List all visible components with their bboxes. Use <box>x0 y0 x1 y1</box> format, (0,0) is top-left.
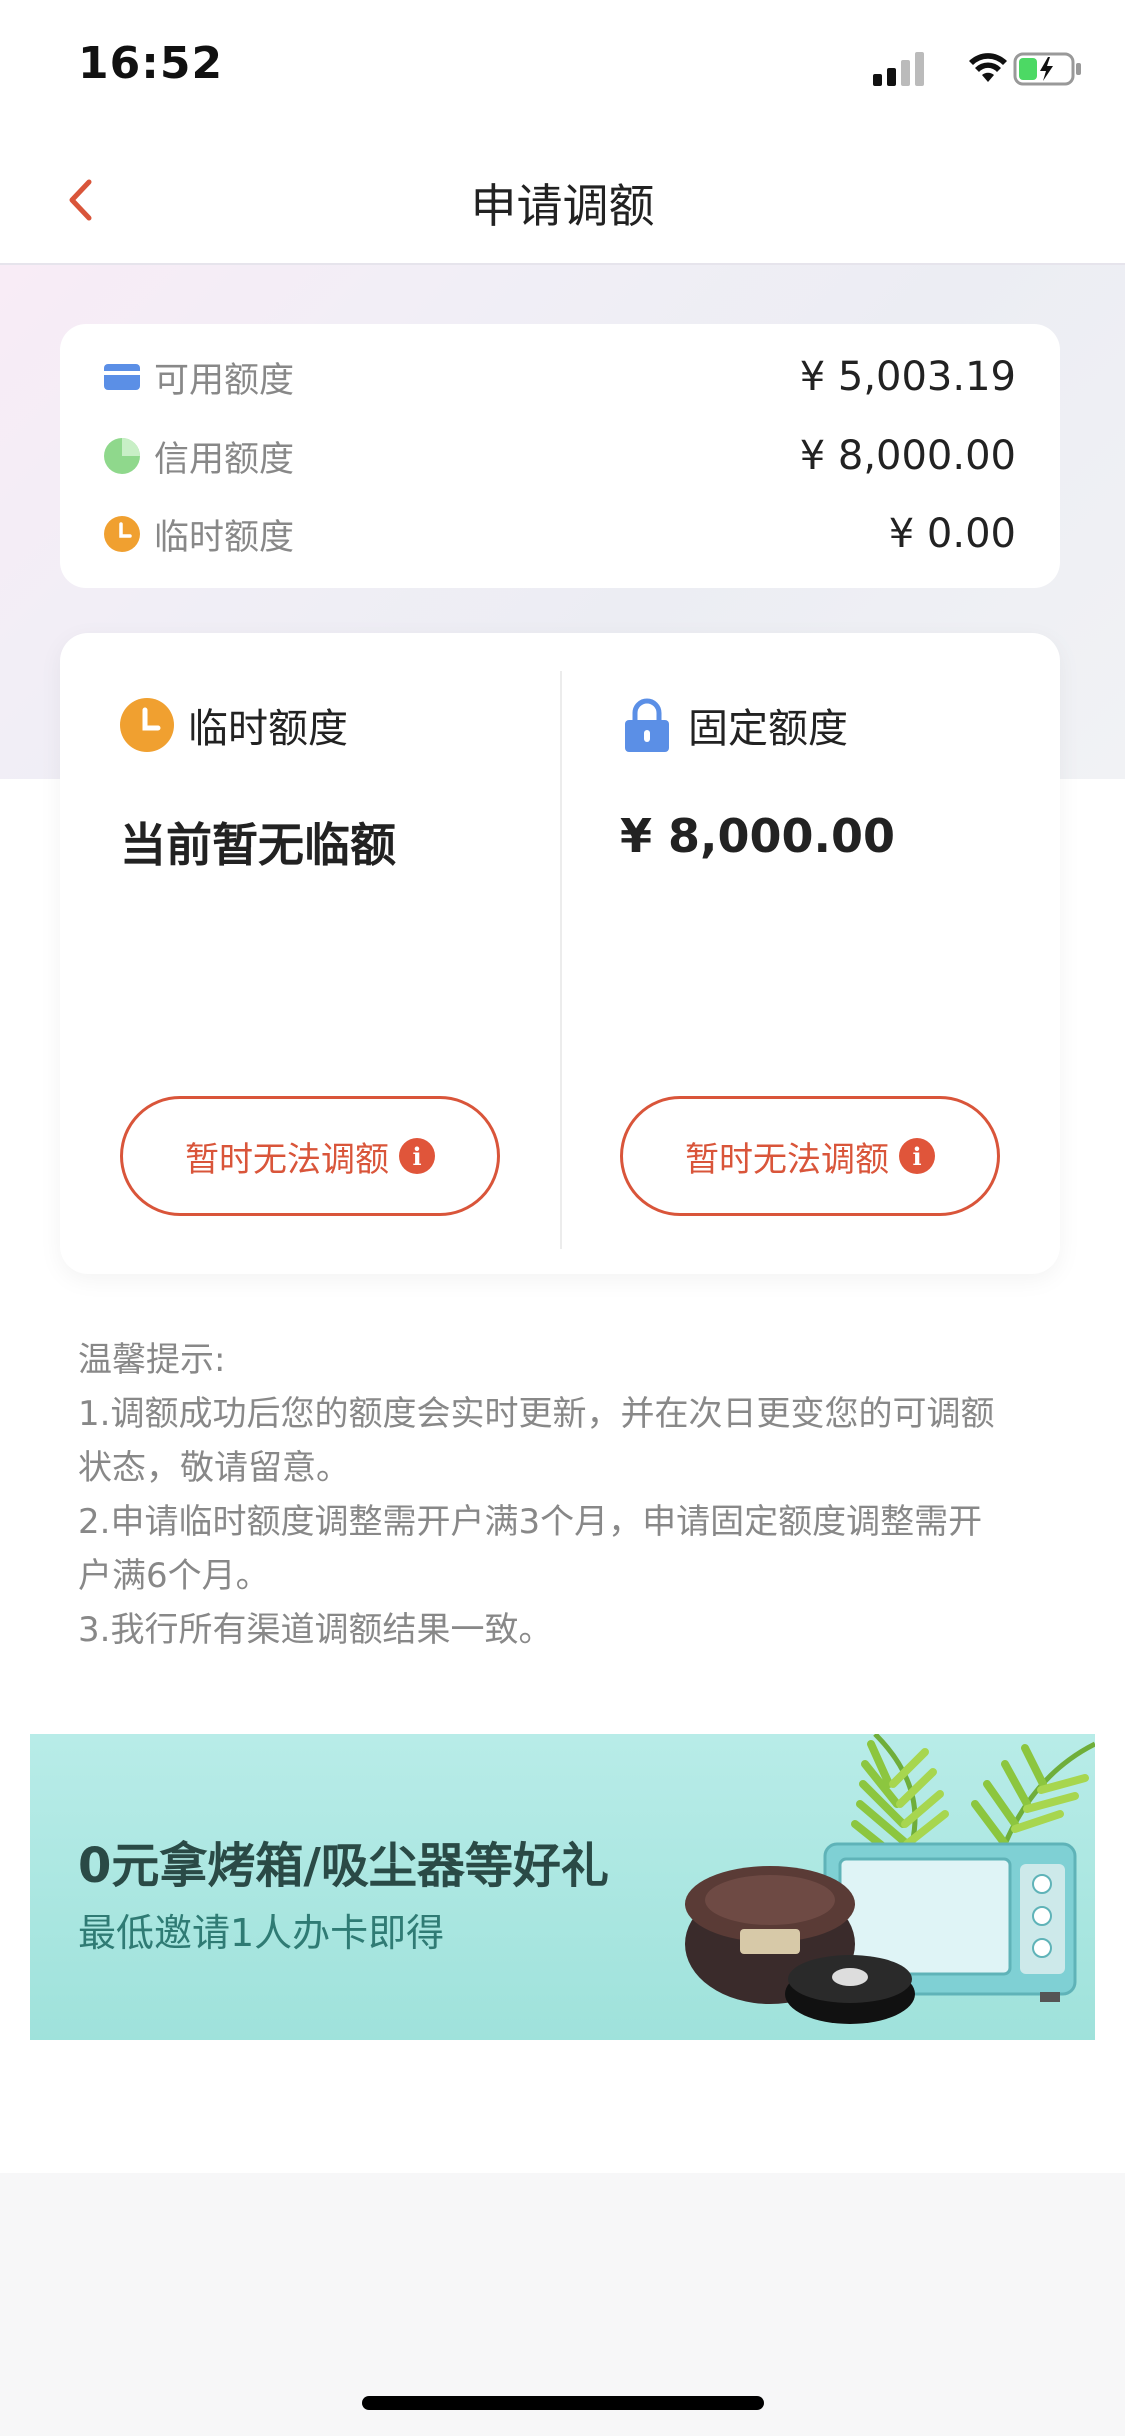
tips-line: 户满6个月。 <box>78 1556 270 1596</box>
temporary-limit-title: 临时额度 <box>188 706 348 752</box>
banner-subtitle: 最低邀请1人办卡即得 <box>78 1911 445 1955</box>
clock-icon <box>120 698 174 752</box>
fixed-adjust-button[interactable]: 暂时无法调额 i <box>620 1096 1000 1216</box>
clock-icon <box>104 516 140 552</box>
promo-banner[interactable]: 0元拿烤箱/吸尘器等好礼 最低邀请1人办卡即得 <box>30 1734 1095 2040</box>
appliances-image <box>685 1734 1095 2024</box>
adjust-button-label: 暂时无法调额 <box>685 1139 889 1180</box>
page: 16:52 申请调额 可用额度 ¥ 5,003.19 信用额度 ¥ 8,000.… <box>0 0 1125 2436</box>
fixed-limit-title: 固定额度 <box>688 706 848 752</box>
fixed-limit-header: 固定额度 <box>620 695 848 755</box>
home-indicator[interactable] <box>362 2396 764 2410</box>
info-icon[interactable]: i <box>399 1138 435 1174</box>
temporary-adjust-button[interactable]: 暂时无法调额 i <box>120 1096 500 1216</box>
summary-value: ¥ 8,000.00 <box>799 433 1016 479</box>
summary-row-credit: 信用额度 ¥ 8,000.00 <box>104 426 1016 486</box>
temporary-limit-value: 当前暂无临额 <box>120 818 396 872</box>
info-icon[interactable]: i <box>899 1138 935 1174</box>
temporary-limit-column: 临时额度 当前暂无临额 暂时无法调额 i <box>60 633 560 1274</box>
tips-section: 温馨提示: 1.调额成功后您的额度会实时更新，并在次日更变您的可调额 状态，敬请… <box>78 1333 1058 1657</box>
summary-label: 信用额度 <box>154 439 295 480</box>
nav-divider <box>0 263 1125 265</box>
adjust-button-label: 暂时无法调额 <box>185 1139 389 1180</box>
card-icon <box>104 359 140 395</box>
fixed-limit-value: ¥ 8,000.00 <box>620 809 896 863</box>
summary-row-temporary: 临时额度 ¥ 0.00 <box>104 504 1016 564</box>
pie-icon <box>104 438 140 474</box>
lock-icon <box>620 698 674 752</box>
banner-title: 0元拿烤箱/吸尘器等好礼 <box>78 1838 609 1894</box>
sandwich-maker-icon <box>785 1955 915 2024</box>
tips-line: 3.我行所有渠道调额结果一致。 <box>78 1610 553 1650</box>
limit-adjust-card: 临时额度 当前暂无临额 暂时无法调额 i 固定额度 ¥ 8,000.00 暂时无… <box>60 633 1060 1274</box>
tips-line: 状态，敬请留意。 <box>78 1448 350 1488</box>
limit-summary-card: 可用额度 ¥ 5,003.19 信用额度 ¥ 8,000.00 临时额度 ¥ 0… <box>60 324 1060 588</box>
page-title: 申请调额 <box>470 179 655 233</box>
wifi-icon <box>969 53 1007 82</box>
summary-label: 临时额度 <box>154 517 295 558</box>
summary-row-available: 可用额度 ¥ 5,003.19 <box>104 347 1016 407</box>
summary-value: ¥ 5,003.19 <box>799 354 1016 400</box>
status-icons <box>873 48 1083 88</box>
summary-label: 可用额度 <box>154 360 295 401</box>
fixed-limit-column: 固定额度 ¥ 8,000.00 暂时无法调额 i <box>560 633 1060 1274</box>
tips-line: 2.申请临时额度调整需开户满3个月，申请固定额度调整需开 <box>78 1502 983 1542</box>
tips-heading: 温馨提示: <box>78 1340 226 1380</box>
summary-value: ¥ 0.00 <box>888 511 1016 557</box>
temporary-limit-header: 临时额度 <box>120 695 348 755</box>
battery-icon <box>1013 52 1081 86</box>
status-time: 16:52 <box>78 38 224 89</box>
tips-line: 1.调额成功后您的额度会实时更新，并在次日更变您的可调额 <box>78 1394 995 1434</box>
